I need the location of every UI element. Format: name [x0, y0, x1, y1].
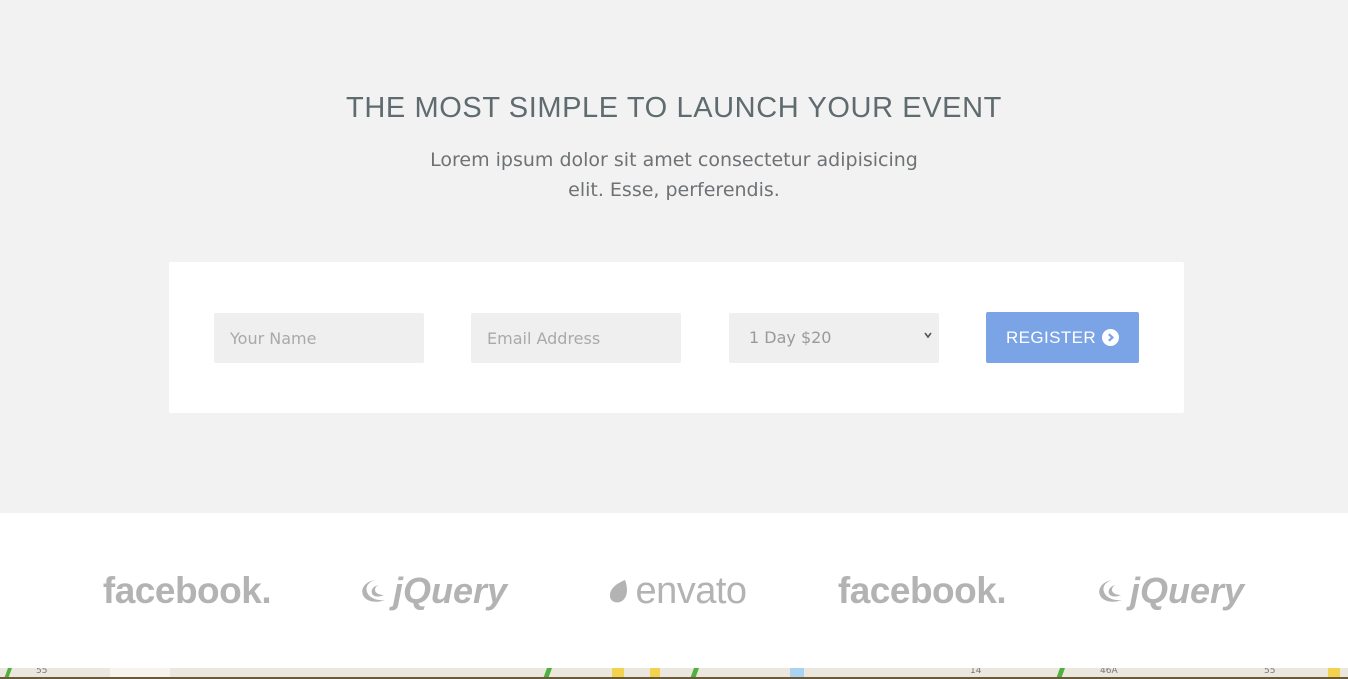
- jquery-logo: jQuery: [1087, 569, 1249, 613]
- map-label: 46A: [1100, 668, 1118, 676]
- facebook-logo: facebook.: [838, 569, 1007, 613]
- register-button[interactable]: REGISTER: [986, 312, 1139, 363]
- envato-logo: envato: [597, 569, 757, 613]
- map-label: 55: [36, 668, 48, 676]
- hero-subtitle-line-1: Lorem ipsum dolor sit amet consectetur a…: [430, 149, 918, 171]
- ticket-select[interactable]: 1 Day $20: [729, 313, 939, 363]
- jquery-logo: jQuery: [350, 569, 512, 613]
- partner-logos: facebook. jQuery envato facebook. jQuery: [0, 513, 1348, 668]
- name-input[interactable]: [214, 313, 424, 363]
- arrow-circle-right-icon: [1102, 329, 1120, 346]
- hero-subtitle-line-2: elit. Esse, perferendis.: [568, 179, 780, 201]
- map-preview[interactable]: 55 14 46A 55: [0, 668, 1348, 679]
- facebook-logo: facebook.: [103, 569, 272, 613]
- hero-section: THE MOST SIMPLE TO LAUNCH YOUR EVENT Lor…: [0, 0, 1348, 513]
- chevron-down-icon: [924, 332, 932, 339]
- facebook-logo-text: facebook.: [102, 570, 272, 611]
- registration-form: 1 Day $20 REGISTER: [169, 262, 1184, 413]
- jquery-swoosh-icon: [1099, 580, 1122, 602]
- register-button-label: REGISTER: [1005, 327, 1097, 347]
- hero-subtitle: Lorem ipsum dolor sit amet consectetur a…: [404, 145, 944, 205]
- facebook-logo-text: facebook.: [837, 570, 1007, 611]
- jquery-swoosh-icon: [362, 580, 385, 602]
- page-title: THE MOST SIMPLE TO LAUNCH YOUR EVENT: [346, 92, 1002, 124]
- jquery-logo-text: jQuery: [392, 570, 508, 611]
- envato-leaf-icon: [610, 580, 628, 603]
- email-input[interactable]: [471, 313, 681, 363]
- jquery-logo-text: jQuery: [1129, 570, 1245, 611]
- map-label: 55: [1264, 668, 1276, 676]
- ticket-select-value: 1 Day $20: [749, 328, 832, 347]
- envato-logo-text: envato: [635, 569, 747, 612]
- map-label: 14: [970, 668, 982, 676]
